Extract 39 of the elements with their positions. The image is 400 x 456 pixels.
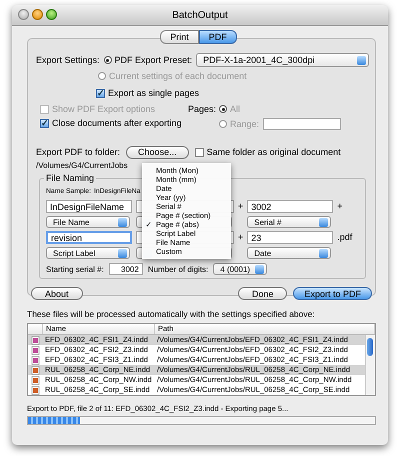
part-dropdown[interactable]: File Name bbox=[46, 216, 130, 228]
dialog-button[interactable]: Done bbox=[238, 287, 288, 300]
export-button[interactable]: Export to PDF bbox=[293, 287, 372, 300]
field-label: Export Settings: bbox=[36, 55, 100, 65]
range-field[interactable] bbox=[263, 118, 342, 130]
field-label: Starting serial #: bbox=[46, 264, 104, 274]
part-dropdown[interactable]: Serial # bbox=[247, 216, 332, 228]
field-label: Pages: bbox=[188, 104, 216, 116]
part-dropdown[interactable]: Script Label bbox=[46, 247, 130, 259]
name-field[interactable]: 3002 bbox=[247, 200, 334, 213]
serial-field[interactable]: 3002 bbox=[108, 263, 143, 275]
files-caption: These files will be processed automatically with the settings specified above: bbox=[27, 309, 316, 321]
name-field[interactable]: 23 bbox=[247, 231, 334, 244]
plus-sign: + bbox=[238, 200, 244, 213]
tab[interactable]: PDF bbox=[198, 30, 237, 44]
window-title: BatchOutput bbox=[172, 10, 228, 20]
checkbox[interactable]: Same folder as original document bbox=[194, 147, 341, 157]
scroll-bar[interactable] bbox=[365, 335, 375, 395]
name-suffix: .pdf bbox=[337, 231, 352, 244]
group-title: File Naming bbox=[44, 173, 96, 183]
plus-sign: + bbox=[238, 231, 244, 244]
name-field[interactable]: revision bbox=[46, 231, 132, 244]
name-suffix: + bbox=[337, 200, 343, 213]
tab[interactable]: Print bbox=[160, 30, 199, 44]
checkbox[interactable]: ✓ Close documents after exporting bbox=[40, 118, 188, 128]
folder-path: /Volumes/G4/CurrentJobs bbox=[36, 160, 128, 172]
dialog-button[interactable]: About bbox=[31, 287, 83, 300]
radio-button[interactable]: PDF Export Preset: bbox=[104, 55, 192, 65]
part-dropdown[interactable]: Date bbox=[247, 247, 332, 259]
checkbox[interactable]: ✓ Export as single pages bbox=[96, 88, 200, 98]
name-field[interactable]: InDesignFileName bbox=[46, 200, 132, 213]
digits-dropdown[interactable]: 4 (0001) bbox=[213, 263, 268, 275]
close-button[interactable] bbox=[18, 9, 29, 20]
minimize-button[interactable] bbox=[32, 9, 43, 20]
zoom-button[interactable] bbox=[46, 9, 57, 20]
choose-button[interactable]: Choose... bbox=[126, 146, 189, 158]
preset-dropdown[interactable]: PDF-X-1a-2001_4C_300dpi bbox=[196, 53, 369, 67]
field-label: Number of digits: bbox=[148, 264, 208, 274]
field-label: Export PDF to folder: bbox=[36, 147, 120, 157]
